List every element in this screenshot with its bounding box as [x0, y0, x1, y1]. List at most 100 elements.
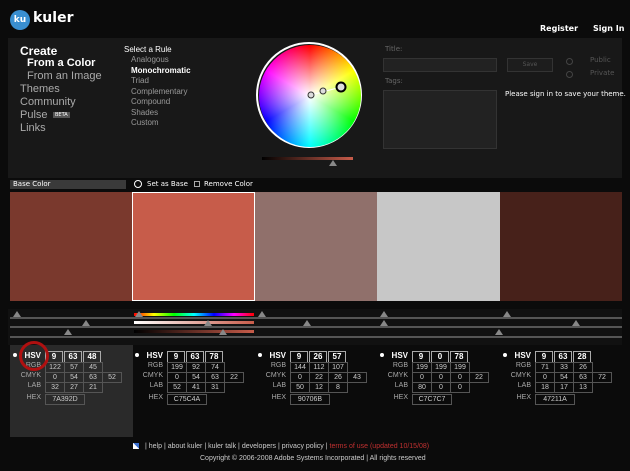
lab-value-field[interactable]: 18: [535, 382, 555, 393]
brightness-slider[interactable]: [262, 157, 353, 160]
title-input[interactable]: [383, 58, 497, 72]
tags-input[interactable]: [383, 90, 497, 149]
slider-handle[interactable]: [380, 311, 388, 317]
lab-value-field[interactable]: 0: [450, 382, 470, 393]
lab-value-field[interactable]: 50: [290, 382, 310, 393]
lab-value-field[interactable]: 41: [186, 382, 206, 393]
color-swatch[interactable]: [255, 192, 377, 301]
slider-handle[interactable]: [219, 329, 227, 335]
remove-icon[interactable]: [194, 181, 200, 187]
cmyk-label: CMYK: [265, 372, 286, 379]
slider-handle[interactable]: [204, 320, 212, 326]
hex-value-field[interactable]: C7C7C7: [412, 394, 452, 405]
wheel-marker[interactable]: [307, 91, 315, 99]
lab-value-field[interactable]: 80: [412, 382, 432, 393]
nav-community[interactable]: Community: [20, 96, 76, 108]
base-color-radio[interactable]: [13, 353, 17, 357]
hex-value-field[interactable]: 90706B: [290, 394, 330, 405]
color-swatch[interactable]: [10, 192, 132, 301]
set-as-base-button[interactable]: Set as Base: [147, 180, 188, 188]
slider-handle[interactable]: [303, 320, 311, 326]
cmyk-value-field[interactable]: 22: [469, 372, 489, 383]
about-link[interactable]: about kuler: [168, 443, 203, 450]
wheel-marker[interactable]: [319, 87, 327, 95]
lab-value-field[interactable]: 21: [83, 382, 103, 393]
color-swatch[interactable]: [500, 192, 622, 301]
cmyk-value-field[interactable]: 52: [102, 372, 122, 383]
value-slider-track[interactable]: [10, 336, 622, 338]
nav-themes[interactable]: Themes: [20, 83, 60, 95]
lab-value-field[interactable]: 31: [205, 382, 225, 393]
nav-create[interactable]: Create: [20, 44, 57, 58]
lab-value-field[interactable]: 12: [309, 382, 329, 393]
hex-value-field[interactable]: C75C4A: [167, 394, 207, 405]
lab-label: LAB: [272, 382, 286, 389]
nav-pulse[interactable]: Pulse: [20, 109, 48, 121]
cmyk-value-field[interactable]: 22: [224, 372, 244, 383]
target-icon[interactable]: [134, 180, 142, 188]
wheel-marker-base[interactable]: [335, 81, 347, 93]
cmyk-value-field[interactable]: 72: [592, 372, 612, 383]
color-swatch[interactable]: [377, 192, 500, 301]
base-color-radio[interactable]: [503, 353, 507, 357]
slider-handle[interactable]: [64, 329, 72, 335]
slider-handle[interactable]: [503, 311, 511, 317]
terms-link[interactable]: terms of use (updated 10/15/08): [330, 443, 430, 450]
hex-value-field[interactable]: 7A392D: [45, 394, 85, 405]
value-slider[interactable]: [134, 330, 254, 333]
color-swatch-selected[interactable]: [132, 192, 255, 301]
rule-custom[interactable]: Custom: [131, 118, 159, 127]
slider-handle[interactable]: [572, 320, 580, 326]
lab-value-field[interactable]: 8: [328, 382, 348, 393]
rule-shades[interactable]: Shades: [131, 108, 158, 117]
base-color-tab[interactable]: Base Color: [10, 180, 126, 189]
slider-handle[interactable]: [258, 311, 266, 317]
kuler-talk-link[interactable]: kuler talk: [208, 443, 236, 450]
lab-value-field[interactable]: 52: [167, 382, 187, 393]
nav-from-image[interactable]: From an Image: [27, 70, 102, 82]
slider-handle[interactable]: [82, 320, 90, 326]
privacy-link[interactable]: privacy policy: [282, 443, 324, 450]
brand-name[interactable]: kuler: [33, 10, 73, 26]
cmyk-value-field[interactable]: 43: [347, 372, 367, 383]
saturation-slider-track[interactable]: [10, 326, 622, 328]
wheel-markers[interactable]: [259, 45, 361, 147]
save-button[interactable]: Save: [507, 58, 553, 72]
rule-compound[interactable]: Compound: [131, 97, 170, 106]
public-radio[interactable]: [566, 58, 573, 65]
rule-complementary[interactable]: Complementary: [131, 87, 187, 96]
sign-in-link[interactable]: Sign In: [593, 24, 624, 33]
base-color-radio[interactable]: [258, 353, 262, 357]
lab-value-field[interactable]: 32: [45, 382, 65, 393]
rule-monochromatic[interactable]: Monochromatic: [131, 66, 191, 75]
brightness-slider-handle[interactable]: [329, 160, 337, 166]
private-radio[interactable]: [566, 71, 573, 78]
slider-handle[interactable]: [380, 320, 388, 326]
nav-links[interactable]: Links: [20, 122, 46, 134]
base-color-radio[interactable]: [135, 353, 139, 357]
hue-slider-track[interactable]: [10, 317, 622, 319]
rule-analogous[interactable]: Analogous: [131, 55, 169, 64]
rule-triad[interactable]: Triad: [131, 76, 149, 85]
nav-from-color[interactable]: From a Color: [27, 57, 95, 69]
saturation-slider[interactable]: [134, 321, 254, 324]
remove-color-button[interactable]: Remove Color: [204, 180, 253, 188]
hex-value-field[interactable]: 47211A: [535, 394, 575, 405]
hue-slider[interactable]: [134, 313, 254, 316]
slider-handle[interactable]: [135, 311, 143, 317]
developers-link[interactable]: developers: [242, 443, 276, 450]
hex-label: HEX: [148, 394, 163, 401]
lab-value-field[interactable]: 13: [573, 382, 593, 393]
register-link[interactable]: Register: [540, 24, 578, 33]
lab-value-field[interactable]: 17: [554, 382, 574, 393]
slider-handle[interactable]: [495, 329, 503, 335]
lab-value-field[interactable]: 27: [64, 382, 84, 393]
public-label: Public: [590, 56, 611, 64]
kuler-logo-icon[interactable]: ku: [10, 10, 30, 30]
base-color-radio[interactable]: [380, 353, 384, 357]
slider-handle[interactable]: [13, 311, 21, 317]
help-link[interactable]: help: [149, 443, 162, 450]
title-label: Title:: [385, 45, 403, 53]
color-value-column: HSV 9 63 78 RGB 199 92 74 CMYK 0 54 63 22 LAB 52 41 31 HE…: [132, 345, 255, 437]
lab-value-field[interactable]: 0: [431, 382, 451, 393]
